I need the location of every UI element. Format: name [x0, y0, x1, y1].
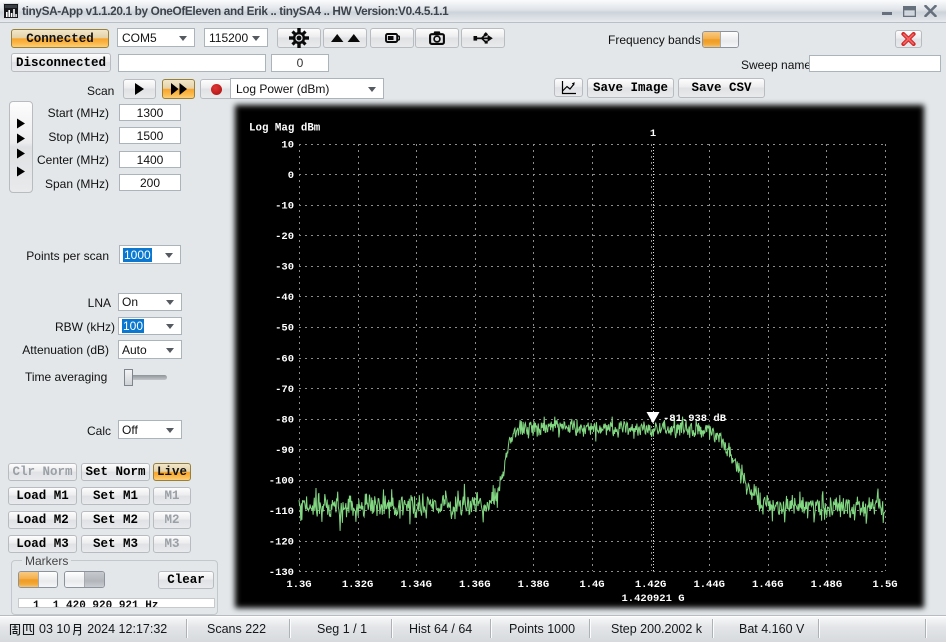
svg-text:-10: -10 [275, 201, 294, 213]
svg-text:0: 0 [288, 170, 294, 182]
svg-text:1.34G: 1.34G [400, 579, 432, 591]
svg-text:-70: -70 [275, 384, 294, 396]
svg-text:1.36G: 1.36G [459, 579, 491, 591]
svg-text:-30: -30 [275, 262, 294, 274]
svg-text:-100: -100 [269, 476, 294, 488]
svg-text:Log Mag dBm: Log Mag dBm [249, 123, 321, 135]
svg-text:10: 10 [281, 139, 294, 151]
svg-text:1: 1 [650, 128, 656, 140]
svg-text:1.42G: 1.42G [635, 579, 667, 591]
svg-text:1.48G: 1.48G [811, 579, 843, 591]
svg-text:1.32G: 1.32G [342, 579, 374, 591]
svg-text:-90: -90 [275, 445, 294, 457]
svg-text:-110: -110 [269, 506, 294, 518]
svg-text:1.420921 G: 1.420921 G [621, 593, 684, 605]
svg-text:1.46G: 1.46G [752, 579, 784, 591]
svg-text:1.5G: 1.5G [872, 579, 897, 591]
svg-text:1.3G: 1.3G [286, 579, 311, 591]
svg-text:1.4G: 1.4G [579, 579, 604, 591]
svg-text:1.38G: 1.38G [518, 579, 550, 591]
svg-text:-130: -130 [269, 567, 294, 579]
svg-text:-20: -20 [275, 231, 294, 243]
svg-text:-120: -120 [269, 537, 294, 549]
svg-text:-60: -60 [275, 353, 294, 365]
svg-text:1.44G: 1.44G [693, 579, 725, 591]
svg-text:-80: -80 [275, 414, 294, 426]
svg-text:-81.938 dB: -81.938 dB [663, 413, 727, 425]
svg-text:-40: -40 [275, 292, 294, 304]
svg-text:-50: -50 [275, 323, 294, 335]
